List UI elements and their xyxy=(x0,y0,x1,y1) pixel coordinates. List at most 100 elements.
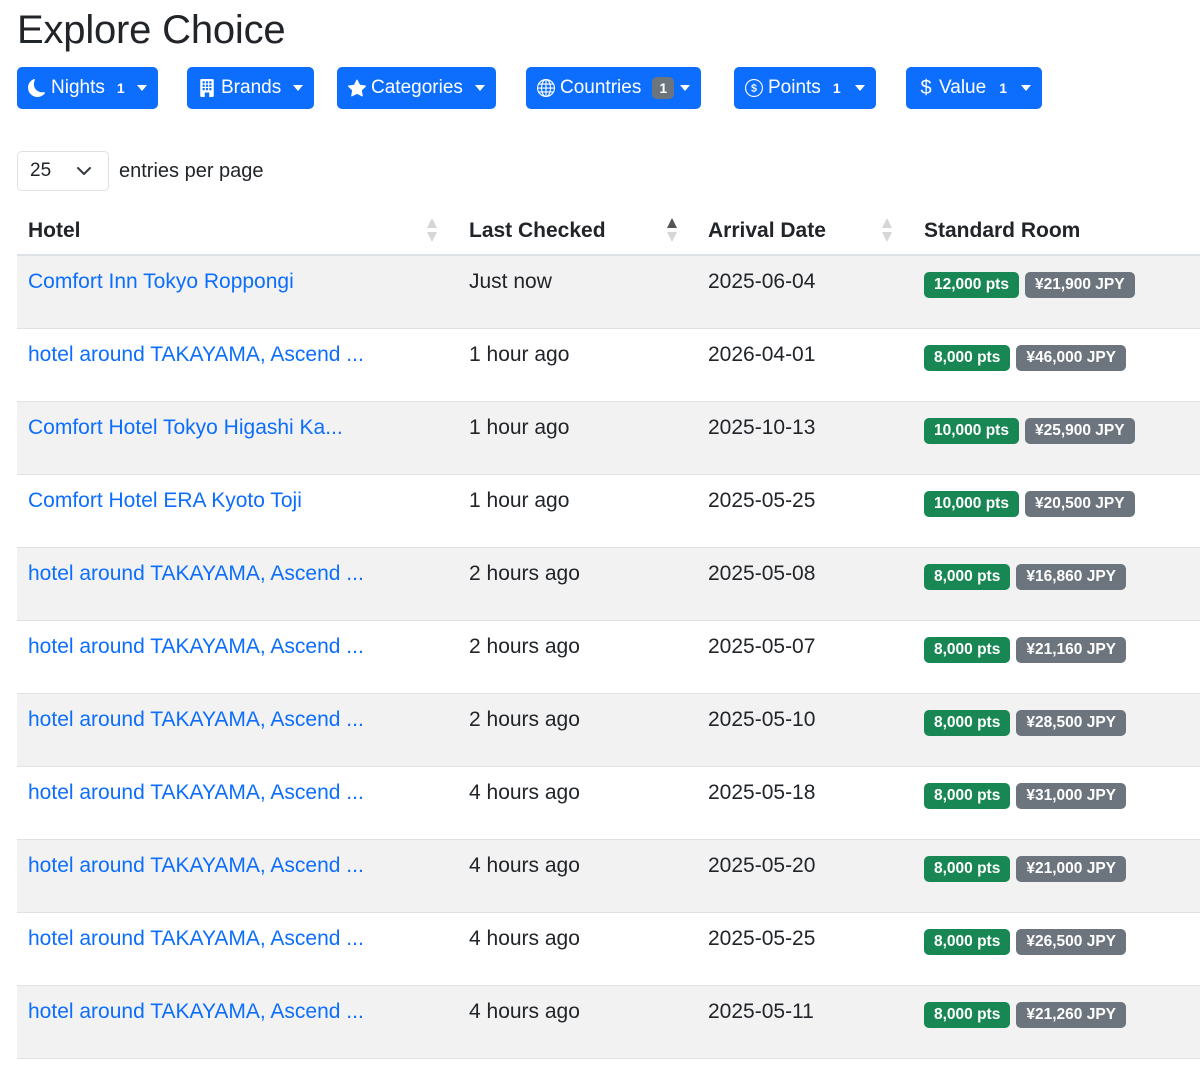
arrival-date-cell: 2025-05-25 xyxy=(708,489,816,512)
points-filter-label: Points xyxy=(768,77,821,98)
table-header: Hotel Last Checked Arrival Date Standard… xyxy=(17,205,1200,256)
arrival-date-cell: 2025-05-18 xyxy=(708,781,816,804)
caret-down-icon xyxy=(680,85,691,91)
hotel-name-link[interactable]: hotel around TAKAYAMA, Ascend ... xyxy=(28,1000,364,1024)
points-badge: 8,000 pts xyxy=(924,710,1011,736)
brands-filter-label: Brands xyxy=(221,77,282,98)
hotel-name-link[interactable]: hotel around TAKAYAMA, Ascend ... xyxy=(28,927,364,951)
price-badge: ¥21,900 JPY xyxy=(1024,272,1135,298)
last-checked-cell: 2 hours ago xyxy=(469,708,580,731)
page: Explore Choice Nights 1 Brands Categorie… xyxy=(0,0,1200,1066)
entries-per-page: 25 entries per page xyxy=(17,151,264,191)
moon-icon xyxy=(28,79,46,97)
price-badge: ¥46,000 JPY xyxy=(1016,345,1126,371)
price-badge: ¥31,000 JPY xyxy=(1016,783,1126,809)
dollar-icon: $ xyxy=(920,76,932,99)
standard-room-cell: 8,000 pts ¥26,500 JPY xyxy=(924,929,1126,955)
standard-room-cell: 12,000 pts ¥21,900 JPY xyxy=(924,272,1135,298)
hotel-name-link[interactable]: Comfort Hotel Tokyo Higashi Ka... xyxy=(28,416,343,440)
table-row: hotel around TAKAYAMA, Ascend ... 4 hours… xyxy=(17,986,1200,1059)
arrival-date-cell: 2025-10-13 xyxy=(708,416,816,439)
nights-filter-count: 1 xyxy=(116,80,125,96)
categories-filter-button[interactable]: Categories xyxy=(337,67,496,109)
brands-filter-button[interactable]: Brands xyxy=(187,67,315,109)
arrival-date-cell: 2025-05-11 xyxy=(708,1000,814,1023)
price-badge: ¥25,900 JPY xyxy=(1024,418,1135,444)
value-filter-label: Value xyxy=(939,77,987,98)
standard-room-cell: 8,000 pts ¥28,500 JPY xyxy=(924,710,1126,736)
table-row: hotel around TAKAYAMA, Ascend ... 2 hours… xyxy=(17,694,1200,767)
countries-filter-button[interactable]: Countries 1 xyxy=(526,67,702,109)
last-checked-cell: 4 hours ago xyxy=(469,781,580,804)
table-row: hotel around TAKAYAMA, Ascend ... 2 hours… xyxy=(17,548,1200,621)
points-badge: 8,000 pts xyxy=(924,637,1011,663)
last-checked-cell: 1 hour ago xyxy=(469,343,570,366)
entries-per-page-select[interactable]: 25 xyxy=(17,151,109,191)
points-badge: 8,000 pts xyxy=(924,345,1011,371)
hotel-column-header[interactable]: Hotel xyxy=(28,205,81,256)
chevron-down-icon xyxy=(77,167,91,175)
standard-room-cell: 8,000 pts ¥16,860 JPY xyxy=(924,564,1126,590)
last-checked-cell: Just now xyxy=(469,270,552,293)
points-badge: 8,000 pts xyxy=(924,929,1011,955)
points-badge: 10,000 pts xyxy=(924,491,1019,517)
last-checked-column-header[interactable]: Last Checked xyxy=(469,205,606,256)
price-badge: ¥21,160 JPY xyxy=(1016,637,1126,663)
table-row: Comfort Hotel Tokyo Higashi Ka... 1 hour … xyxy=(17,402,1200,475)
standard-room-cell: 8,000 pts ¥46,000 JPY xyxy=(924,345,1126,371)
arrival-date-cell: 2026-04-01 xyxy=(708,343,816,366)
hotel-name-link[interactable]: hotel around TAKAYAMA, Ascend ... xyxy=(28,562,364,586)
table-row: Comfort Inn Tokyo Roppongi Just now 2025-0… xyxy=(17,256,1200,329)
nights-filter-button[interactable]: Nights 1 xyxy=(17,67,158,109)
entries-per-page-value: 25 xyxy=(30,160,52,181)
points-filter-button[interactable]: Points 1 xyxy=(734,67,876,109)
table-body: Comfort Inn Tokyo Roppongi Just now 2025-0… xyxy=(17,256,1200,1059)
sort-both-icon[interactable] xyxy=(426,217,438,243)
table-row: Comfort Hotel ERA Kyoto Toji 1 hour ago 20… xyxy=(17,475,1200,548)
standard-room-cell: 8,000 pts ¥21,260 JPY xyxy=(924,1002,1126,1028)
points-badge: 10,000 pts xyxy=(924,418,1019,444)
price-badge: ¥21,260 JPY xyxy=(1016,1002,1126,1028)
hotel-name-link[interactable]: hotel around TAKAYAMA, Ascend ... xyxy=(28,781,364,805)
points-badge: 8,000 pts xyxy=(924,564,1011,590)
arrival-date-cell: 2025-06-04 xyxy=(708,270,816,293)
table-row: hotel around TAKAYAMA, Ascend ... 4 hours… xyxy=(17,840,1200,913)
sort-ascending-icon[interactable] xyxy=(666,217,678,243)
table-row: hotel around TAKAYAMA, Ascend ... 4 hours… xyxy=(17,767,1200,840)
hotels-table: Hotel Last Checked Arrival Date Standard… xyxy=(17,205,1200,1059)
standard-room-column-header[interactable]: Standard Room xyxy=(924,205,1080,256)
countries-filter-label: Countries xyxy=(560,77,642,98)
hotel-name-link[interactable]: Comfort Hotel ERA Kyoto Toji xyxy=(28,489,302,513)
standard-room-cell: 8,000 pts ¥31,000 JPY xyxy=(924,783,1126,809)
building-icon xyxy=(198,79,216,97)
caret-down-icon xyxy=(474,85,485,91)
points-badge: 8,000 pts xyxy=(924,783,1011,809)
value-filter-count: 1 xyxy=(999,80,1007,96)
hotel-name-link[interactable]: hotel around TAKAYAMA, Ascend ... xyxy=(28,343,364,367)
last-checked-cell: 2 hours ago xyxy=(469,562,580,585)
sort-both-icon[interactable] xyxy=(881,217,893,243)
price-badge: ¥26,500 JPY xyxy=(1016,929,1126,955)
hotel-name-link[interactable]: hotel around TAKAYAMA, Ascend ... xyxy=(28,854,364,878)
arrival-date-cell: 2025-05-08 xyxy=(708,562,816,585)
caret-down-icon xyxy=(1020,85,1031,91)
star-icon xyxy=(348,79,366,97)
hotel-name-link[interactable]: hotel around TAKAYAMA, Ascend ... xyxy=(28,635,364,659)
caret-down-icon xyxy=(854,85,865,91)
coins-icon xyxy=(745,79,763,97)
nights-filter-label: Nights xyxy=(51,77,105,98)
hotel-name-link[interactable]: Comfort Inn Tokyo Roppongi xyxy=(28,270,294,294)
hotel-name-link[interactable]: hotel around TAKAYAMA, Ascend ... xyxy=(28,708,364,732)
last-checked-cell: 1 hour ago xyxy=(469,489,570,512)
countries-filter-count: 1 xyxy=(652,77,675,99)
points-badge: 8,000 pts xyxy=(924,856,1011,882)
filter-bar: Nights 1 Brands Categories Countries 1 P… xyxy=(0,67,1200,109)
arrival-date-column-header[interactable]: Arrival Date xyxy=(708,205,826,256)
table-row: hotel around TAKAYAMA, Ascend ... 2 hours… xyxy=(17,621,1200,694)
price-badge: ¥16,860 JPY xyxy=(1016,564,1126,590)
last-checked-cell: 2 hours ago xyxy=(469,635,580,658)
points-badge: 8,000 pts xyxy=(924,1002,1011,1028)
categories-filter-label: Categories xyxy=(371,77,463,98)
value-filter-button[interactable]: $ Value 1 xyxy=(906,67,1042,109)
standard-room-cell: 10,000 pts ¥20,500 JPY xyxy=(924,491,1135,517)
